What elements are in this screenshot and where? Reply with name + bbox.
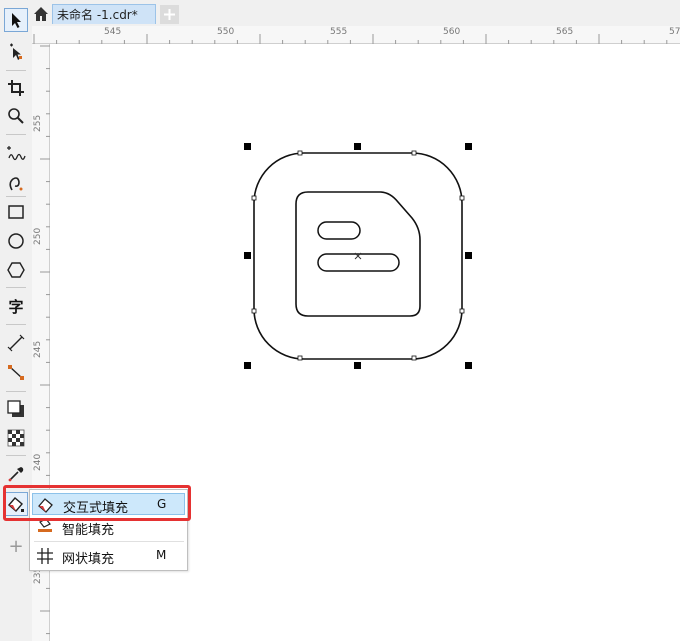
selection-handle[interactable] xyxy=(465,252,472,259)
ruler-label: 565 xyxy=(556,27,574,37)
selected-shape[interactable] xyxy=(253,152,463,360)
app-window: 未命名 -1.cdr* 字 + 545 550 555 560 565 57 2… xyxy=(0,0,680,641)
zoom-tool-icon[interactable] xyxy=(4,104,28,128)
selection-handle[interactable] xyxy=(354,143,361,150)
flyout-separator xyxy=(34,541,184,542)
plus-icon[interactable] xyxy=(160,5,179,24)
add-tool-button[interactable]: + xyxy=(4,534,28,558)
rectangle-tool-icon[interactable] xyxy=(4,200,28,224)
selection-handle[interactable] xyxy=(244,362,251,369)
shape-tool-icon[interactable] xyxy=(4,40,28,64)
short-bar-shape[interactable] xyxy=(317,221,361,240)
toolbox-separator xyxy=(6,134,26,135)
ruler-label: 560 xyxy=(443,27,461,37)
text-tool-icon[interactable]: 字 xyxy=(4,294,28,318)
toolbox-separator xyxy=(6,455,26,456)
flyout-item-label: 智能填充 xyxy=(62,523,115,538)
toolbox-separator xyxy=(6,196,26,197)
document-tab-label: 未命名 -1.cdr* xyxy=(57,8,138,22)
mesh-fill-icon xyxy=(36,547,54,565)
polygon-tool-icon[interactable] xyxy=(4,258,28,282)
crop-tool-icon[interactable] xyxy=(4,76,28,100)
ruler-label: 550 xyxy=(217,27,235,37)
plus-icon: + xyxy=(8,535,24,557)
selection-handle[interactable] xyxy=(465,143,472,150)
flyout-item-shortcut: M xyxy=(156,548,167,562)
dimension-tool-icon[interactable] xyxy=(4,331,28,355)
toolbox-separator xyxy=(6,287,26,288)
document-tab[interactable]: 未命名 -1.cdr* xyxy=(52,4,156,24)
home-icon[interactable] xyxy=(31,4,51,24)
flyout-item-label: 网状填充 xyxy=(62,552,115,567)
toolbox-separator xyxy=(6,391,26,392)
ruler-label: 545 xyxy=(104,27,122,37)
flyout-item-mesh-fill[interactable]: 网状填充 M xyxy=(32,545,185,567)
toolbox-separator xyxy=(6,70,26,71)
toolbox: 字 + xyxy=(0,0,32,641)
ruler-label: 250 xyxy=(33,227,43,245)
document-tab-bar: 未命名 -1.cdr* xyxy=(0,0,680,26)
selection-handle[interactable] xyxy=(244,252,251,259)
ruler-label: 555 xyxy=(330,27,348,37)
ruler-label: 255 xyxy=(33,114,43,132)
ruler-label: 240 xyxy=(33,453,43,471)
text-tool-glyph: 字 xyxy=(8,297,24,316)
artistic-media-tool-icon[interactable] xyxy=(4,171,28,195)
ruler-label: 245 xyxy=(33,340,43,358)
selection-handle[interactable] xyxy=(465,362,472,369)
toolbox-separator xyxy=(6,324,26,325)
selection-handle[interactable] xyxy=(354,362,361,369)
highlight-box xyxy=(3,485,191,521)
drop-shadow-tool-icon[interactable] xyxy=(4,397,28,421)
horizontal-ruler-ticks xyxy=(33,34,668,44)
freehand-tool-icon[interactable] xyxy=(4,142,28,166)
pick-tool-icon[interactable] xyxy=(4,8,28,32)
transparency-tool-icon[interactable] xyxy=(4,426,28,450)
selection-handle[interactable] xyxy=(244,143,251,150)
eyedropper-tool-icon[interactable] xyxy=(4,462,28,486)
ellipse-tool-icon[interactable] xyxy=(4,229,28,253)
connector-tool-icon[interactable] xyxy=(4,361,28,385)
horizontal-ruler[interactable]: 545 550 555 560 565 57 xyxy=(32,26,680,44)
ruler-label: 57 xyxy=(669,27,680,37)
